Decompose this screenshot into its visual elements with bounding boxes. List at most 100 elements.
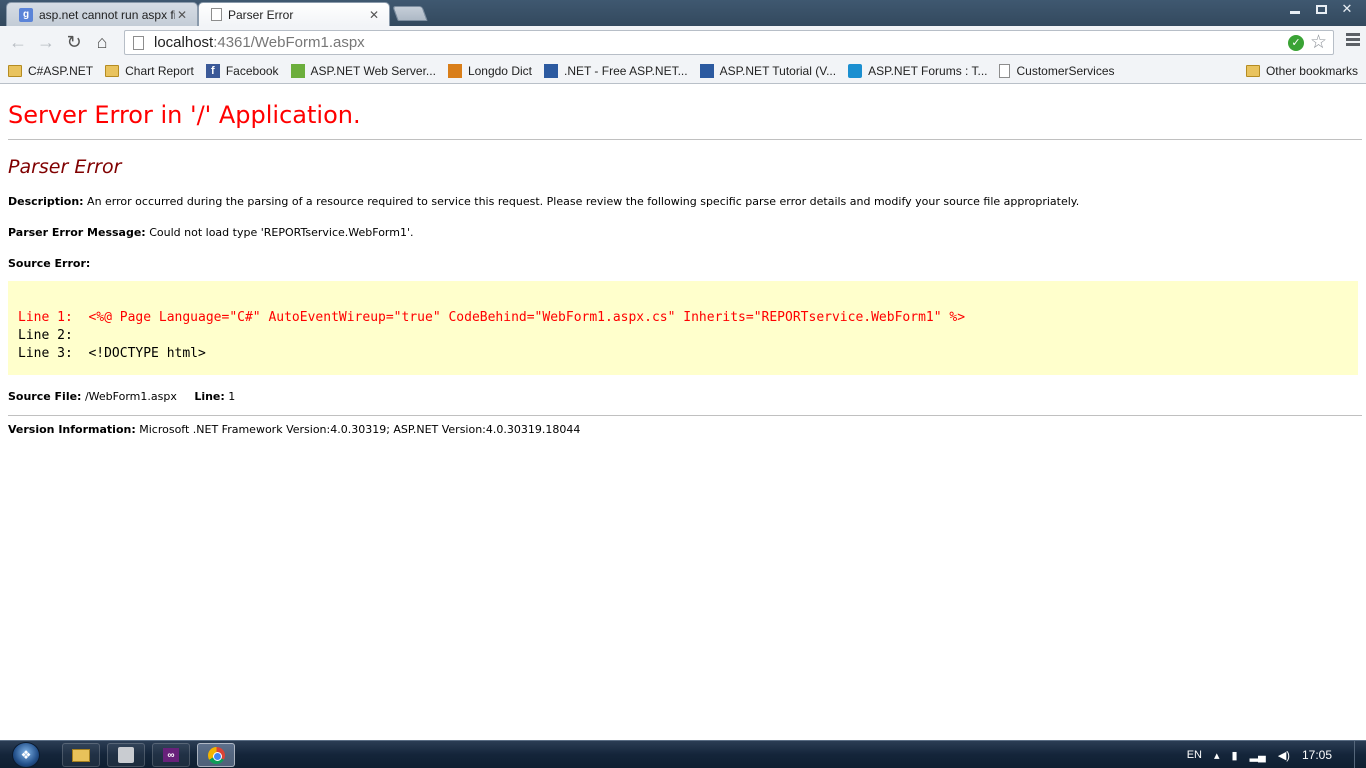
page-icon [999, 63, 1011, 78]
visual-studio-icon: ∞ [163, 748, 179, 762]
tab-title: asp.net cannot run aspx fil [39, 7, 175, 22]
close-tab-icon[interactable]: ✕ [367, 8, 381, 22]
error-message-label: Parser Error Message: [8, 226, 146, 239]
taskbar-file-explorer[interactable] [62, 743, 100, 767]
folder-icon [1245, 64, 1260, 77]
checkmark-icon[interactable]: ✓ [1287, 34, 1304, 51]
bookmark-facebook[interactable]: f Facebook [205, 63, 279, 78]
minimize-button[interactable] [1282, 0, 1308, 18]
source-error-label: Source Error: [8, 257, 91, 270]
code-line: Line 1: <%@ Page Language="C#" AutoEvent… [18, 310, 966, 325]
bookmark-csharp-aspnet[interactable]: C#ASP.NET [8, 64, 93, 78]
forward-button[interactable]: → [32, 28, 60, 56]
dotnet-icon [699, 63, 714, 78]
divider [8, 139, 1362, 140]
minimize-icon [1290, 10, 1300, 14]
chrome-menu-icon[interactable] [1346, 33, 1360, 48]
folder-icon [105, 64, 120, 77]
url-path: :4361/WebForm1.aspx [213, 34, 365, 51]
system-tray: EN ▴ ▮ ▂▄ ◀) 17:05 [1187, 741, 1366, 768]
folder-icon [8, 64, 22, 77]
bookmark-label: Facebook [225, 63, 279, 78]
source-code-block: Line 1: <%@ Page Language="C#" AutoEvent… [8, 281, 1358, 375]
error-type-heading: Parser Error [8, 156, 122, 178]
volume-icon[interactable]: ◀) [1278, 749, 1290, 762]
windows-taskbar: ❖ ∞ EN ▴ ▮ ▂▄ ◀) 17:05 [0, 740, 1366, 768]
bookmark-aspnet-tutorial[interactable]: ASP.NET Tutorial (V... [699, 63, 837, 78]
folder-icon [72, 748, 90, 762]
bookmark-dotnet-free[interactable]: .NET - Free ASP.NET... [543, 63, 688, 78]
description-label: Description: [8, 195, 84, 208]
facebook-icon: f [205, 63, 220, 78]
bookmark-label: Other bookmarks [1265, 63, 1358, 78]
clock[interactable]: 17:05 [1302, 748, 1332, 762]
longdo-icon [447, 63, 462, 78]
line-label: Line: [194, 390, 225, 403]
bookmark-star-icon[interactable]: ☆ [1310, 33, 1327, 52]
bookmark-chart-report[interactable]: Chart Report [105, 64, 194, 78]
other-bookmarks[interactable]: Other bookmarks [1245, 63, 1358, 78]
taskbar-chrome[interactable] [197, 743, 235, 767]
tab-title: Parser Error [228, 7, 294, 22]
back-button[interactable]: ← [4, 28, 32, 56]
source-file-path: /WebForm1.aspx [84, 390, 177, 403]
maximize-icon [1315, 4, 1327, 14]
show-desktop-button[interactable] [1354, 741, 1366, 768]
bookmark-aspnet-forums[interactable]: ASP.NET Forums : T... [848, 63, 988, 78]
show-hidden-icons-icon[interactable]: ▴ [1214, 749, 1220, 762]
browser-titlebar: g asp.net cannot run aspx fil ✕ Parser E… [0, 0, 1366, 26]
page-icon [211, 8, 222, 21]
bookmark-label: ASP.NET Tutorial (V... [719, 63, 837, 78]
version-label: Version Information: [8, 423, 136, 436]
bookmark-label: Longdo Dict [467, 63, 532, 78]
dotnet-icon [543, 63, 558, 78]
line-number: 1 [228, 390, 236, 403]
bookmark-label: ASP.NET Forums : T... [868, 63, 988, 78]
bookmark-longdo-dict[interactable]: Longdo Dict [447, 63, 532, 78]
tab-parser-error[interactable]: Parser Error ✕ [198, 2, 390, 26]
start-button[interactable]: ❖ [12, 742, 40, 768]
signal-icon[interactable]: ▂▄ [1250, 749, 1266, 762]
source-file-label: Source File: [8, 390, 82, 403]
bookmark-label: ASP.NET Web Server... [310, 63, 436, 78]
bookmark-customer-services[interactable]: CustomerServices [999, 63, 1115, 78]
google-icon: g [19, 7, 33, 22]
asp-icon [290, 63, 305, 78]
page-icon [133, 35, 144, 50]
taskbar-visual-studio[interactable]: ∞ [152, 743, 190, 767]
bookmark-label: C#ASP.NET [28, 63, 94, 78]
bookmark-label: Chart Report [125, 63, 194, 78]
source-error-line: Source Error: [8, 257, 1362, 270]
close-tab-icon[interactable]: ✕ [175, 8, 189, 22]
page-title: Server Error in '/' Application. [8, 101, 361, 129]
version-text: Microsoft .NET Framework Version:4.0.303… [139, 423, 581, 436]
description-text: An error occurred during the parsing of … [87, 195, 1080, 208]
bookmark-aspnet-web-server[interactable]: ASP.NET Web Server... [290, 63, 436, 78]
window-controls: ✕ [1282, 0, 1360, 20]
bookmarks-bar: C#ASP.NET Chart Report f Facebook ASP.NE… [0, 58, 1366, 84]
taskbar-tool-app[interactable] [107, 743, 145, 767]
bookmark-label: CustomerServices [1016, 63, 1115, 78]
description-line: Description: An error occurred during th… [8, 195, 1362, 208]
page-content: Server Error in '/' Application. Parser … [8, 85, 1362, 436]
maximize-button[interactable] [1308, 0, 1334, 18]
windows-logo-icon: ❖ [20, 748, 32, 762]
tool-icon [118, 747, 134, 763]
source-file-line: Source File: /WebForm1.aspx Line: 1 [8, 390, 1362, 403]
version-line: Version Information: Microsoft .NET Fram… [8, 423, 1362, 436]
url-host: localhost [154, 34, 214, 51]
tab-google-search[interactable]: g asp.net cannot run aspx fil ✕ [6, 2, 198, 26]
close-window-button[interactable]: ✕ [1334, 0, 1360, 18]
error-message-line: Parser Error Message: Could not load typ… [8, 226, 1362, 239]
reload-button[interactable]: ↻ [60, 28, 88, 56]
network-icon[interactable]: ▮ [1232, 749, 1238, 762]
home-button[interactable]: ⌂ [88, 28, 116, 56]
divider [8, 415, 1362, 416]
forum-icon [848, 63, 863, 78]
new-tab-button[interactable] [392, 6, 428, 21]
bookmark-label: .NET - Free ASP.NET... [563, 63, 688, 78]
address-bar[interactable]: localhost:4361/WebForm1.aspx ✓ ☆ [124, 30, 1334, 55]
language-indicator[interactable]: EN [1187, 749, 1202, 761]
code-line: Line 3: <!DOCTYPE html> [18, 346, 206, 361]
error-message-text: Could not load type 'REPORTservice.WebFo… [149, 226, 414, 239]
